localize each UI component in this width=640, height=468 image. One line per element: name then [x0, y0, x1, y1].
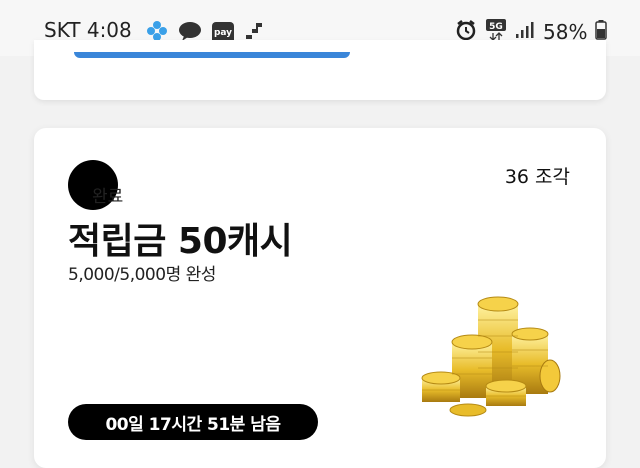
previous-event-card	[34, 40, 606, 100]
svg-text:5G: 5G	[489, 22, 503, 32]
event-card[interactable]: 완료 36 조각 적립금 50캐시 5,000/5,000명 완성 00일 17…	[34, 128, 606, 468]
previous-card-button[interactable]	[74, 52, 350, 58]
carrier-label: SKT	[44, 18, 81, 42]
progress-text: 5,000/5,000명 완성	[68, 265, 216, 285]
coins-illustration	[416, 290, 566, 420]
clock: 4:08	[86, 18, 132, 42]
reward-title: 적립금 50캐시	[68, 221, 293, 262]
pieces-count: 36 조각	[504, 166, 570, 188]
carrier-time: SKT 4:08	[44, 18, 132, 42]
countdown-timer: 00일 17시간 51분 남음	[68, 404, 318, 440]
status-badge: 완료	[92, 187, 124, 207]
